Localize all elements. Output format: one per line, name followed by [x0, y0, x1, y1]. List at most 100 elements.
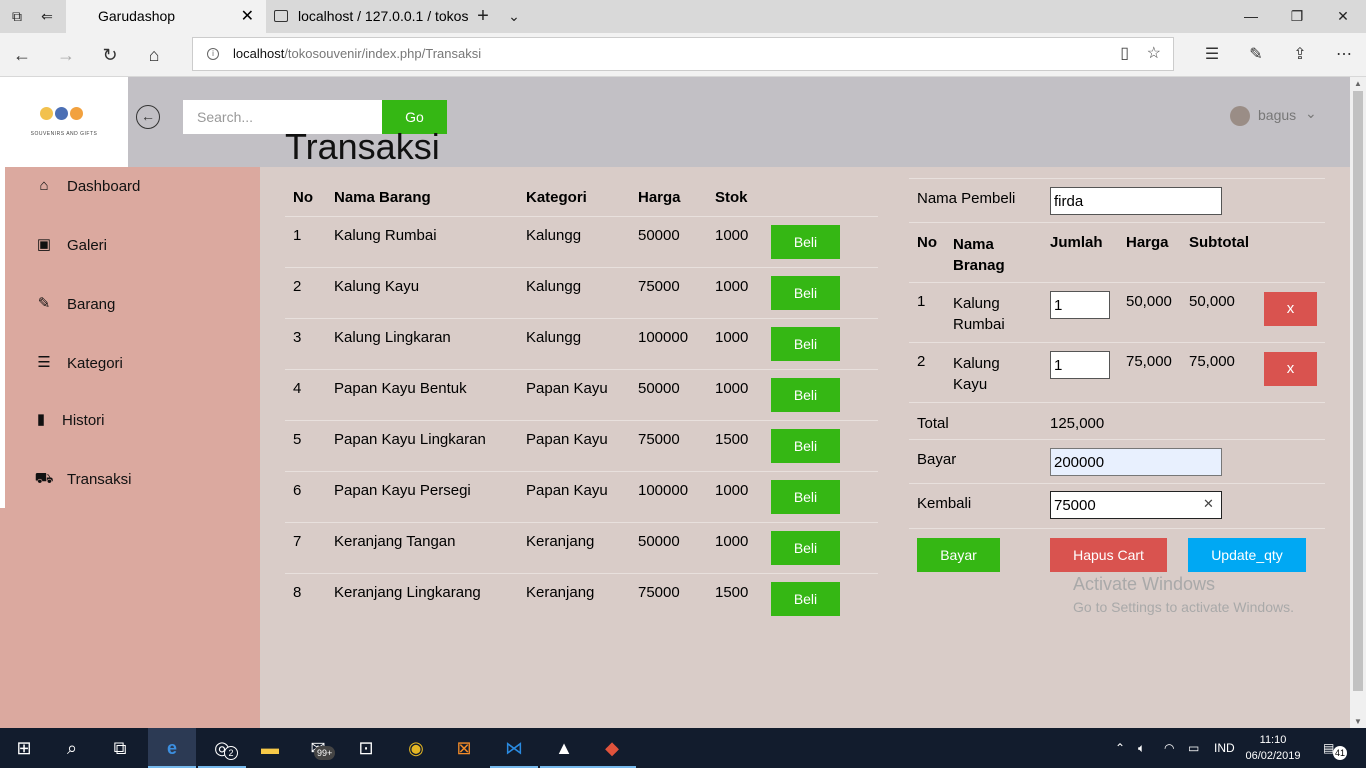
beli-button[interactable]: Beli	[771, 225, 840, 259]
url-field[interactable]: i localhost/tokosouvenir/index.php/Trans…	[192, 37, 1174, 71]
tab-title: Garudashop	[98, 8, 176, 24]
more-icon[interactable]: ⋯	[1324, 33, 1364, 77]
favorites-icon[interactable]: ☰	[1192, 33, 1232, 77]
mail-icon[interactable]: ✉99+	[294, 728, 342, 768]
edge-icon[interactable]: e	[148, 728, 196, 768]
cell-nama: Kalung Kayu	[326, 267, 518, 319]
chevron-down-icon[interactable]: ⌄	[505, 7, 523, 25]
cell-nama: Papan Kayu Persegi	[326, 471, 518, 523]
remove-item-button[interactable]: x	[1264, 352, 1317, 386]
refresh-icon[interactable]: ↻	[90, 33, 130, 77]
bayar-row: Bayar	[909, 439, 1325, 483]
clear-input-icon[interactable]: ✕	[1203, 496, 1214, 512]
restore-icon[interactable]: ❐	[1274, 0, 1320, 33]
cell-nama: Keranjang Tangan	[326, 522, 518, 574]
xampp-icon[interactable]: ⊠	[440, 728, 488, 768]
quantity-input[interactable]	[1050, 351, 1110, 379]
cell-no: 3	[285, 318, 326, 370]
favorite-star-icon[interactable]: ☆	[1147, 38, 1161, 70]
remove-item-button[interactable]: x	[1264, 292, 1317, 326]
total-label: Total	[917, 415, 949, 432]
file-explorer-icon[interactable]: ▬	[246, 728, 294, 768]
quantity-input[interactable]	[1050, 291, 1110, 319]
clock-time: 11:10	[1259, 734, 1287, 746]
watermark-line2: Go to Settings to activate Windows.	[1073, 599, 1294, 615]
reading-view-icon[interactable]: ▯	[1120, 38, 1129, 70]
back-icon[interactable]: ←	[2, 33, 42, 77]
photos-icon[interactable]: ▲	[540, 728, 588, 768]
clock-date: 06/02/2019	[1245, 750, 1301, 762]
cell-no: 2	[285, 267, 326, 319]
windows-start-icon[interactable]: ⊞	[0, 728, 48, 768]
forward-icon[interactable]: →	[46, 33, 86, 77]
close-window-icon[interactable]: ✕	[1320, 0, 1366, 33]
top-header: SOUVENIRS AND GIFTS ← Go bagus ⌄	[0, 77, 1350, 167]
store-icon[interactable]: ⊡	[342, 728, 390, 768]
vscode-icon[interactable]: ⋈	[490, 728, 538, 768]
search-icon[interactable]: ⌕	[48, 728, 96, 768]
site-logo[interactable]: SOUVENIRS AND GIFTS	[0, 77, 128, 167]
info-icon[interactable]: i	[207, 48, 219, 60]
sidebar-edge	[0, 167, 5, 508]
avatar	[1230, 106, 1250, 126]
tab-preview-icon[interactable]: ⇐	[38, 7, 56, 25]
beli-button[interactable]: Beli	[771, 276, 840, 310]
close-tab-icon[interactable]: ✕	[241, 0, 254, 33]
update-qty-button[interactable]: Update_qty	[1188, 538, 1306, 572]
share-icon[interactable]: ⇪	[1280, 33, 1320, 77]
beli-button[interactable]: Beli	[771, 429, 840, 463]
volume-icon[interactable]: 🔈︎	[1138, 728, 1145, 768]
hapus-cart-button[interactable]: Hapus Cart	[1050, 538, 1167, 572]
git-icon[interactable]: ◆	[588, 728, 636, 768]
chrome-icon[interactable]: ◉	[392, 728, 440, 768]
page-scrollbar[interactable]: ▲ ▼	[1350, 77, 1366, 728]
action-center-icon[interactable]: ▤ 41	[1323, 728, 1347, 768]
chevron-down-icon: ⌄	[1305, 105, 1317, 121]
language-indicator[interactable]: IND	[1214, 728, 1235, 768]
cell-kategori: Kalungg	[518, 267, 630, 319]
tab-set-aside-icon[interactable]: ⧉	[8, 7, 26, 25]
sidebar-item-label: Barang	[67, 296, 116, 313]
windows-taskbar: ⊞ ⌕ ⧉ e ◎2 ▬ ✉99+ ⊡ ◉ ⊠ ⋈ ▲ ◆ ⌃ 🔈︎ ◠ ▭ I…	[0, 728, 1366, 768]
home-icon[interactable]: ⌂	[134, 33, 174, 77]
battery-icon[interactable]: ▭	[1188, 728, 1199, 768]
cell-stok: 1000	[707, 522, 763, 574]
cell-stok: 1500	[707, 573, 763, 625]
table-row: 1 Kalung Rumbai Kalungg 50000 1000 Beli	[285, 216, 878, 268]
task-view-icon[interactable]: ⧉	[96, 728, 144, 768]
cell-no: 1	[285, 216, 326, 268]
cell-harga: 100000	[630, 471, 707, 523]
sidebar-toggle-icon[interactable]: ←	[136, 105, 160, 129]
new-tab-icon[interactable]: +	[474, 6, 492, 26]
pen-icon[interactable]: ✎	[1236, 33, 1276, 77]
instagram-icon[interactable]: ◎ 2	[198, 728, 246, 768]
scroll-down-icon[interactable]: ▼	[1353, 717, 1363, 726]
cell-action: Beli	[763, 573, 878, 625]
beli-button[interactable]: Beli	[771, 531, 840, 565]
beli-button[interactable]: Beli	[771, 378, 840, 412]
tab-garudashop[interactable]: Garudashop ✕	[66, 0, 266, 33]
cell-action: Beli	[763, 420, 878, 472]
buyer-name-input[interactable]	[1050, 187, 1222, 215]
clock[interactable]: 11:10 06/02/2019	[1240, 732, 1306, 764]
tab-phpmyadmin[interactable]: localhost / 127.0.0.1 / tokos	[266, 0, 471, 33]
bookmark-icon: ▮	[36, 411, 46, 428]
chevron-up-icon[interactable]: ⌃	[1115, 728, 1125, 768]
bayar-button[interactable]: Bayar	[917, 538, 1000, 572]
cell-nama: Kalung Rumbai	[326, 216, 518, 268]
beli-button[interactable]: Beli	[771, 327, 840, 361]
beli-button[interactable]: Beli	[771, 582, 840, 616]
table-row: 8 Keranjang Lingkarang Keranjang 75000 1500 B…	[285, 573, 878, 625]
sidebar: ⌂ Dashboard ▣ Galeri ✎ Barang ☰ Kategori…	[0, 167, 260, 728]
cell-kategori: Keranjang	[518, 522, 630, 574]
cell-kategori: Keranjang	[518, 573, 630, 625]
scroll-up-icon[interactable]: ▲	[1353, 79, 1363, 88]
bayar-input[interactable]	[1050, 448, 1222, 476]
minimize-icon[interactable]: —	[1228, 0, 1274, 33]
notification-badge: 2	[224, 746, 238, 760]
scroll-thumb[interactable]	[1353, 91, 1363, 691]
kembali-input[interactable]	[1050, 491, 1222, 519]
col-header-harga: Harga	[630, 181, 707, 217]
beli-button[interactable]: Beli	[771, 480, 840, 514]
wifi-icon[interactable]: ◠	[1164, 728, 1174, 768]
